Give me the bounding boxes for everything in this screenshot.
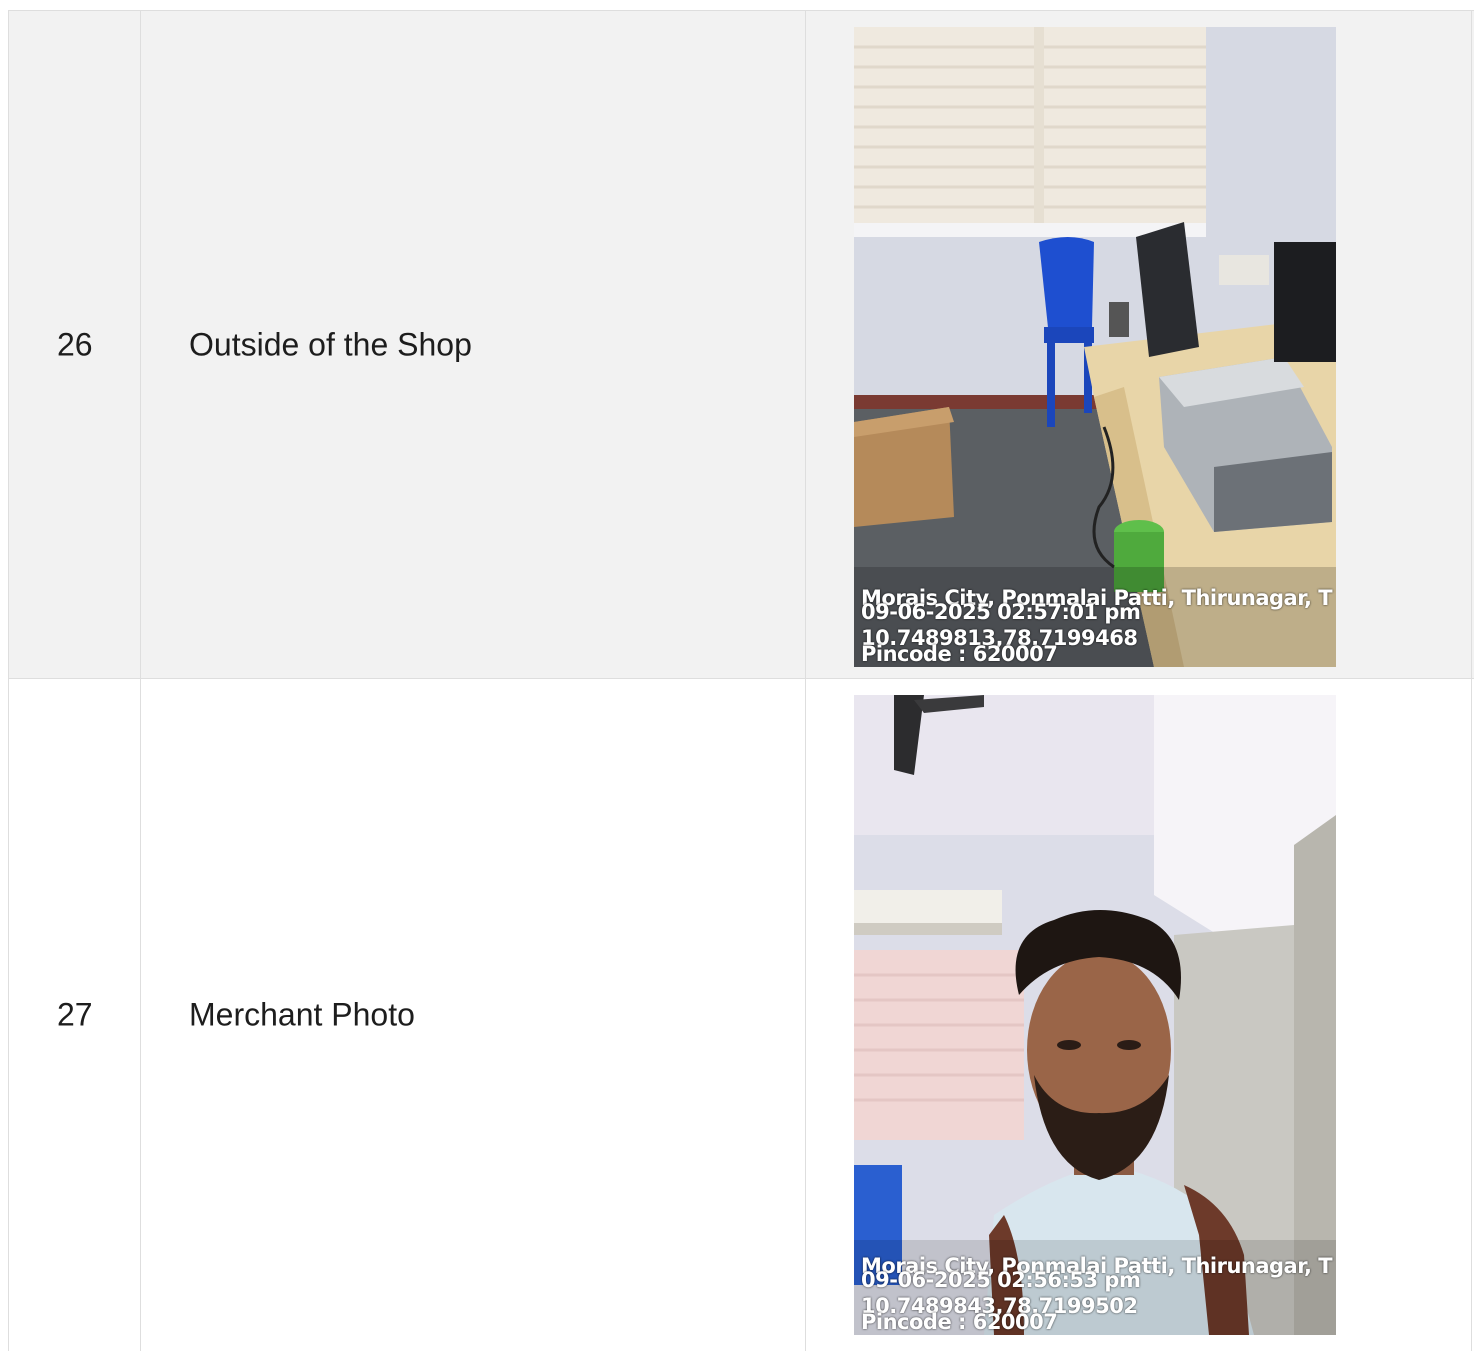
row-number-cell: 27 <box>9 679 141 1351</box>
merchant-photo[interactable]: Morais City, Ponmalai Patti, Thirunagar,… <box>854 695 1336 1335</box>
row-label: Merchant Photo <box>189 996 415 1033</box>
row-label-cell: Merchant Photo <box>141 679 806 1351</box>
photo-stamp: Morais City, Ponmalai Patti, Thirunagar,… <box>861 1255 1336 1333</box>
merchant-photo-image <box>854 695 1336 1335</box>
row-label: Outside of the Shop <box>189 326 472 362</box>
row-number: 27 <box>57 996 93 1033</box>
table-row: 26 Outside of the Shop Morais City, Ponm… <box>9 11 1474 679</box>
photo-stamp: Morais City, Ponmalai Patti, Thirunagar,… <box>861 587 1336 665</box>
row-number: 26 <box>57 326 93 362</box>
photo-table: 26 Outside of the Shop Morais City, Ponm… <box>8 10 1474 1351</box>
shop-photo-image <box>854 27 1336 667</box>
row-label-cell: Outside of the Shop <box>141 11 806 678</box>
table-row: 27 Merchant Photo Morais City, Ponmalai … <box>9 679 1474 1351</box>
row-photo-cell: Morais City, Ponmalai Patti, Thirunagar,… <box>806 679 1472 1351</box>
row-photo-cell: Morais City, Ponmalai Patti, Thirunagar,… <box>806 11 1472 678</box>
shop-photo[interactable]: Morais City, Ponmalai Patti, Thirunagar,… <box>854 27 1336 667</box>
row-number-cell: 26 <box>9 11 141 678</box>
